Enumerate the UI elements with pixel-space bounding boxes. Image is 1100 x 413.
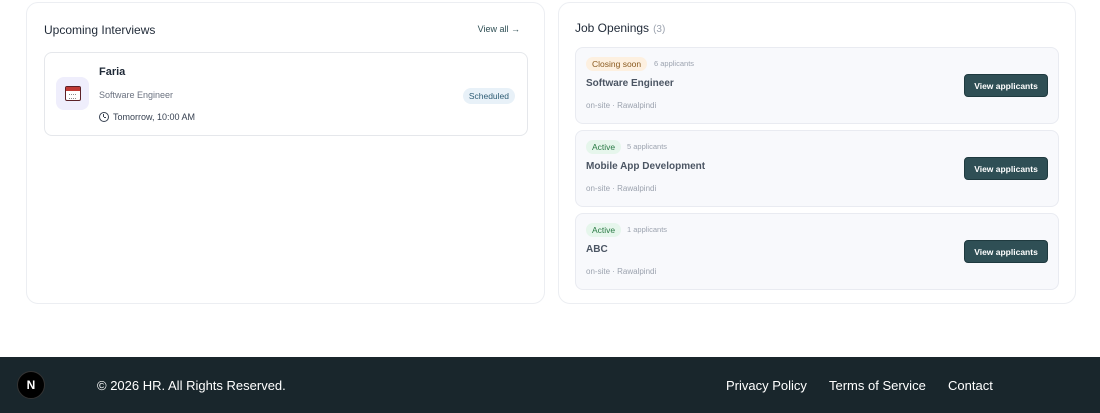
calendar-icon [64,86,81,101]
interview-time-text: Tomorrow, 10:00 AM [113,112,196,122]
interview-role: Software Engineer [99,90,174,100]
view-applicants-button[interactable]: View applicants [964,157,1048,180]
view-applicants-button[interactable]: View applicants [964,240,1048,263]
status-badge: Scheduled [462,88,515,104]
interview-candidate-name: Faria [99,66,126,78]
job-status-badge: Active [586,223,622,237]
job-openings-count: (3) [653,24,666,35]
job-applicants-count: 1 applicants [627,225,668,234]
terms-of-service-link[interactable]: Terms of Service [829,378,926,393]
site-footer: N © 2026 HR. All Rights Reserved. Privac… [0,357,1100,413]
job-title: Mobile App Development [586,161,706,172]
copyright-text: © 2026 HR. All Rights Reserved. [97,378,286,393]
job-status-badge: Active [586,140,622,154]
interview-time: Tomorrow, 10:00 AM [99,112,195,122]
job-location: on-site · Rawalpindi [586,267,657,276]
job-openings-title-text: Job Openings [575,21,650,35]
job-status-badge: Closing soon [586,57,648,71]
job-openings-title: Job Openings (3) [575,21,665,35]
upcoming-interviews-title: Upcoming Interviews [44,23,156,37]
interview-item[interactable]: Faria Software Engineer Tomorrow, 10:00 … [44,52,528,136]
contact-link[interactable]: Contact [948,378,993,393]
privacy-policy-link[interactable]: Privacy Policy [726,378,807,393]
calendar-icon-wrapper [56,77,89,110]
job-title: Software Engineer [586,78,674,89]
job-openings-card: Job Openings (3) Closing soon 6 applicant… [558,2,1076,304]
job-title: ABC [586,244,608,255]
view-all-link[interactable]: View all → [478,24,520,34]
job-location: on-site · Rawalpindi [586,184,657,193]
job-opening-item: Active 1 applicants ABC on-site · Rawalp… [575,213,1059,290]
job-opening-item: Closing soon 6 applicants Software Engin… [575,47,1059,124]
view-applicants-button[interactable]: View applicants [964,74,1048,97]
upcoming-interviews-card: Upcoming Interviews View all → Faria Sof… [26,2,545,304]
clock-icon [99,112,109,122]
job-applicants-count: 6 applicants [654,59,695,68]
job-opening-item: Active 5 applicants Mobile App Developme… [575,130,1059,207]
job-applicants-count: 5 applicants [627,142,668,151]
job-location: on-site · Rawalpindi [586,101,657,110]
logo-icon[interactable]: N [17,371,45,399]
